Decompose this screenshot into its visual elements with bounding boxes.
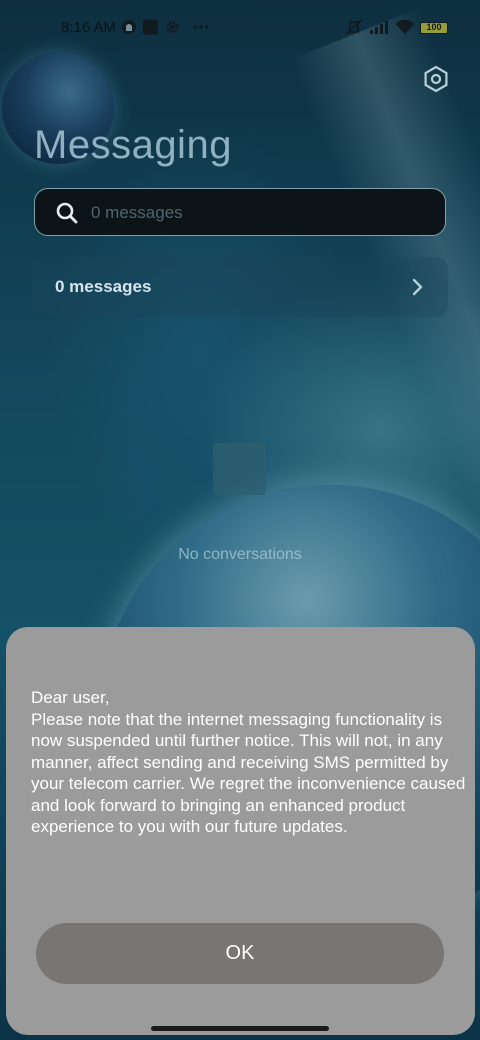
page-title: Messaging	[34, 123, 232, 167]
search-bar[interactable]	[34, 188, 446, 236]
search-input[interactable]	[91, 199, 421, 227]
message-bubble-icon	[213, 443, 266, 495]
gear-hex-icon[interactable]	[421, 64, 451, 94]
messages-row[interactable]: 0 messages	[32, 257, 448, 317]
search-icon	[56, 202, 78, 224]
empty-state-text: No conversations	[178, 546, 302, 563]
chevron-right-icon	[412, 278, 423, 296]
dialog-message: Dear user, Please note that the internet…	[31, 688, 466, 836]
home-indicator[interactable]	[151, 1026, 329, 1031]
messages-row-label: 0 messages	[55, 277, 152, 296]
ok-button[interactable]: OK	[36, 923, 444, 984]
notice-dialog: Dear user, Please note that the internet…	[6, 627, 475, 1035]
